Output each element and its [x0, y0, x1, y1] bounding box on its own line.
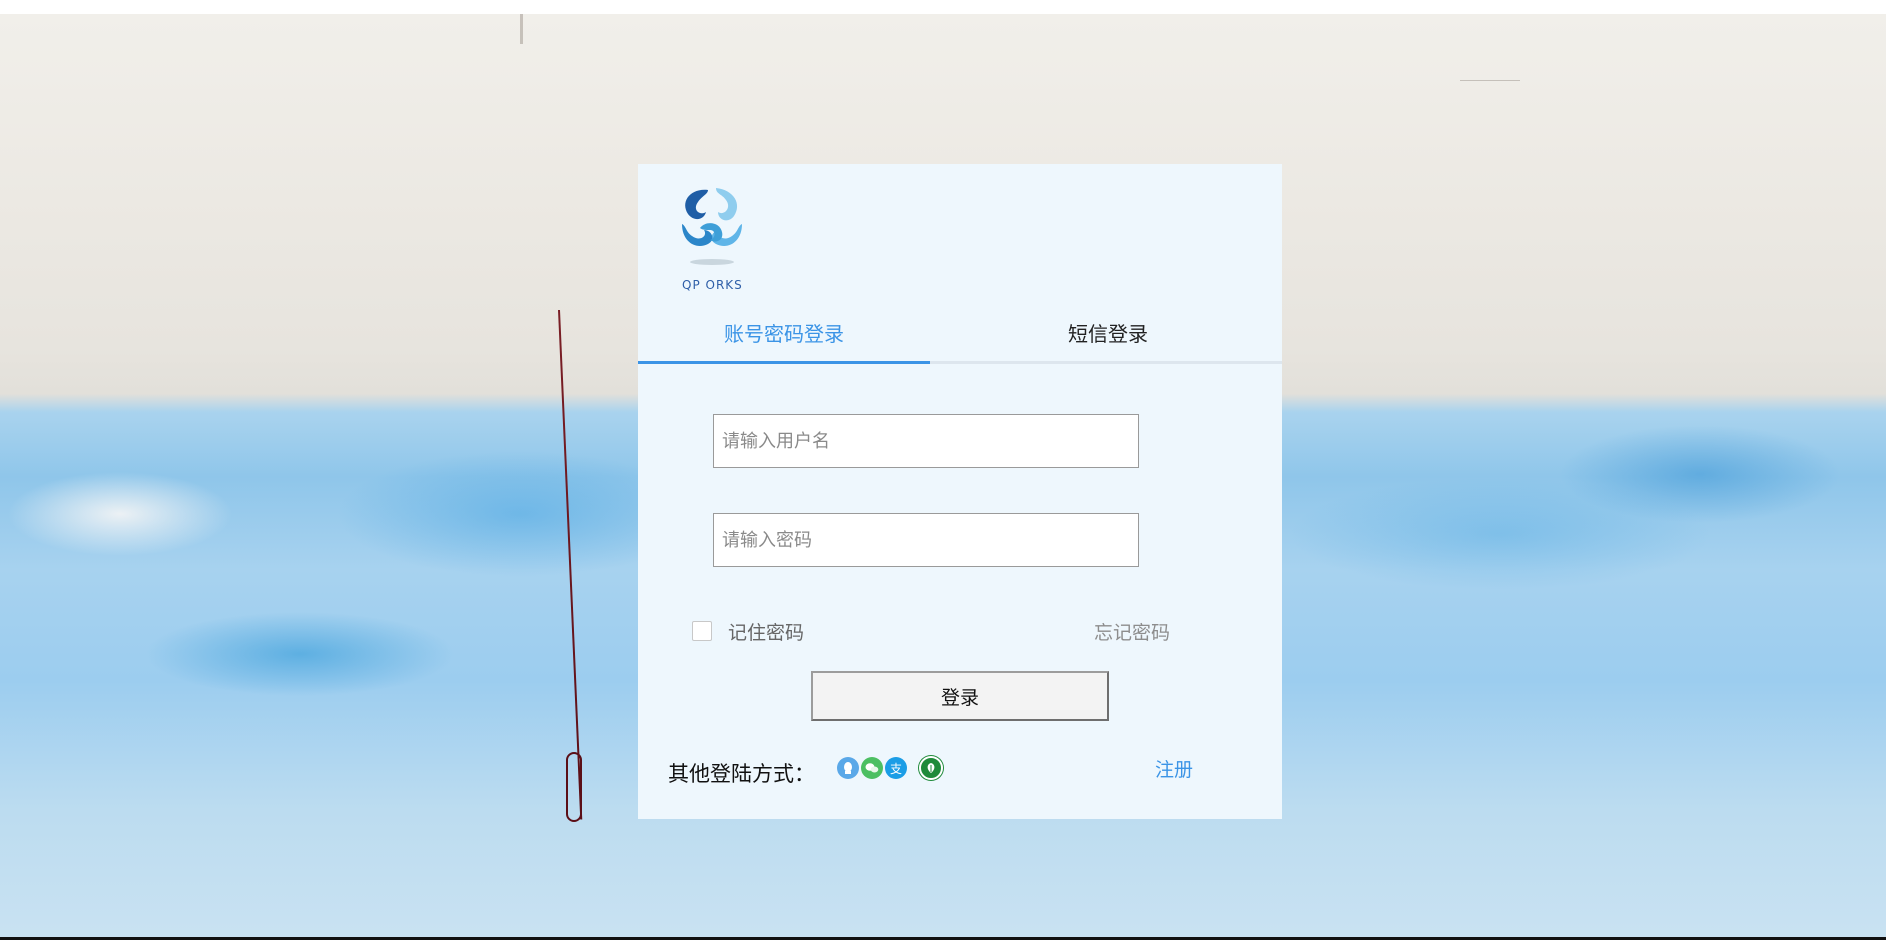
social-login-icons: 支: [837, 756, 945, 780]
wechat-icon[interactable]: [861, 757, 883, 779]
alipay-icon[interactable]: 支: [885, 757, 907, 779]
other-methods-label: 其他登陆方式：: [668, 762, 815, 786]
qq-icon[interactable]: [837, 757, 859, 779]
username-input[interactable]: [713, 414, 1139, 468]
green-leaf-icon[interactable]: [919, 756, 943, 780]
remember-checkbox[interactable]: [692, 621, 712, 641]
register-link[interactable]: 注册: [1155, 755, 1193, 782]
wall-mark: [1460, 80, 1520, 81]
remember-label: 记住密码: [728, 621, 805, 644]
login-card: QP ORKS 账号密码登录 短信登录 记住密码 忘记密码 登录 其他登陆方式：…: [638, 164, 1282, 819]
login-tabs: 账号密码登录 短信登录: [638, 312, 1282, 364]
remember-password[interactable]: 记住密码: [692, 618, 804, 644]
wall-mark: [520, 14, 523, 44]
password-input[interactable]: [713, 513, 1139, 567]
tab-account-password[interactable]: 账号密码登录: [638, 312, 930, 364]
tab-sms-login[interactable]: 短信登录: [1058, 312, 1158, 364]
login-button[interactable]: 登录: [811, 671, 1109, 721]
brand-logo-icon: [682, 188, 742, 265]
forgot-password-link[interactable]: 忘记密码: [1094, 618, 1170, 645]
hanging-string-loop: [566, 752, 582, 822]
brand-logo-text: QP ORKS: [682, 278, 743, 292]
